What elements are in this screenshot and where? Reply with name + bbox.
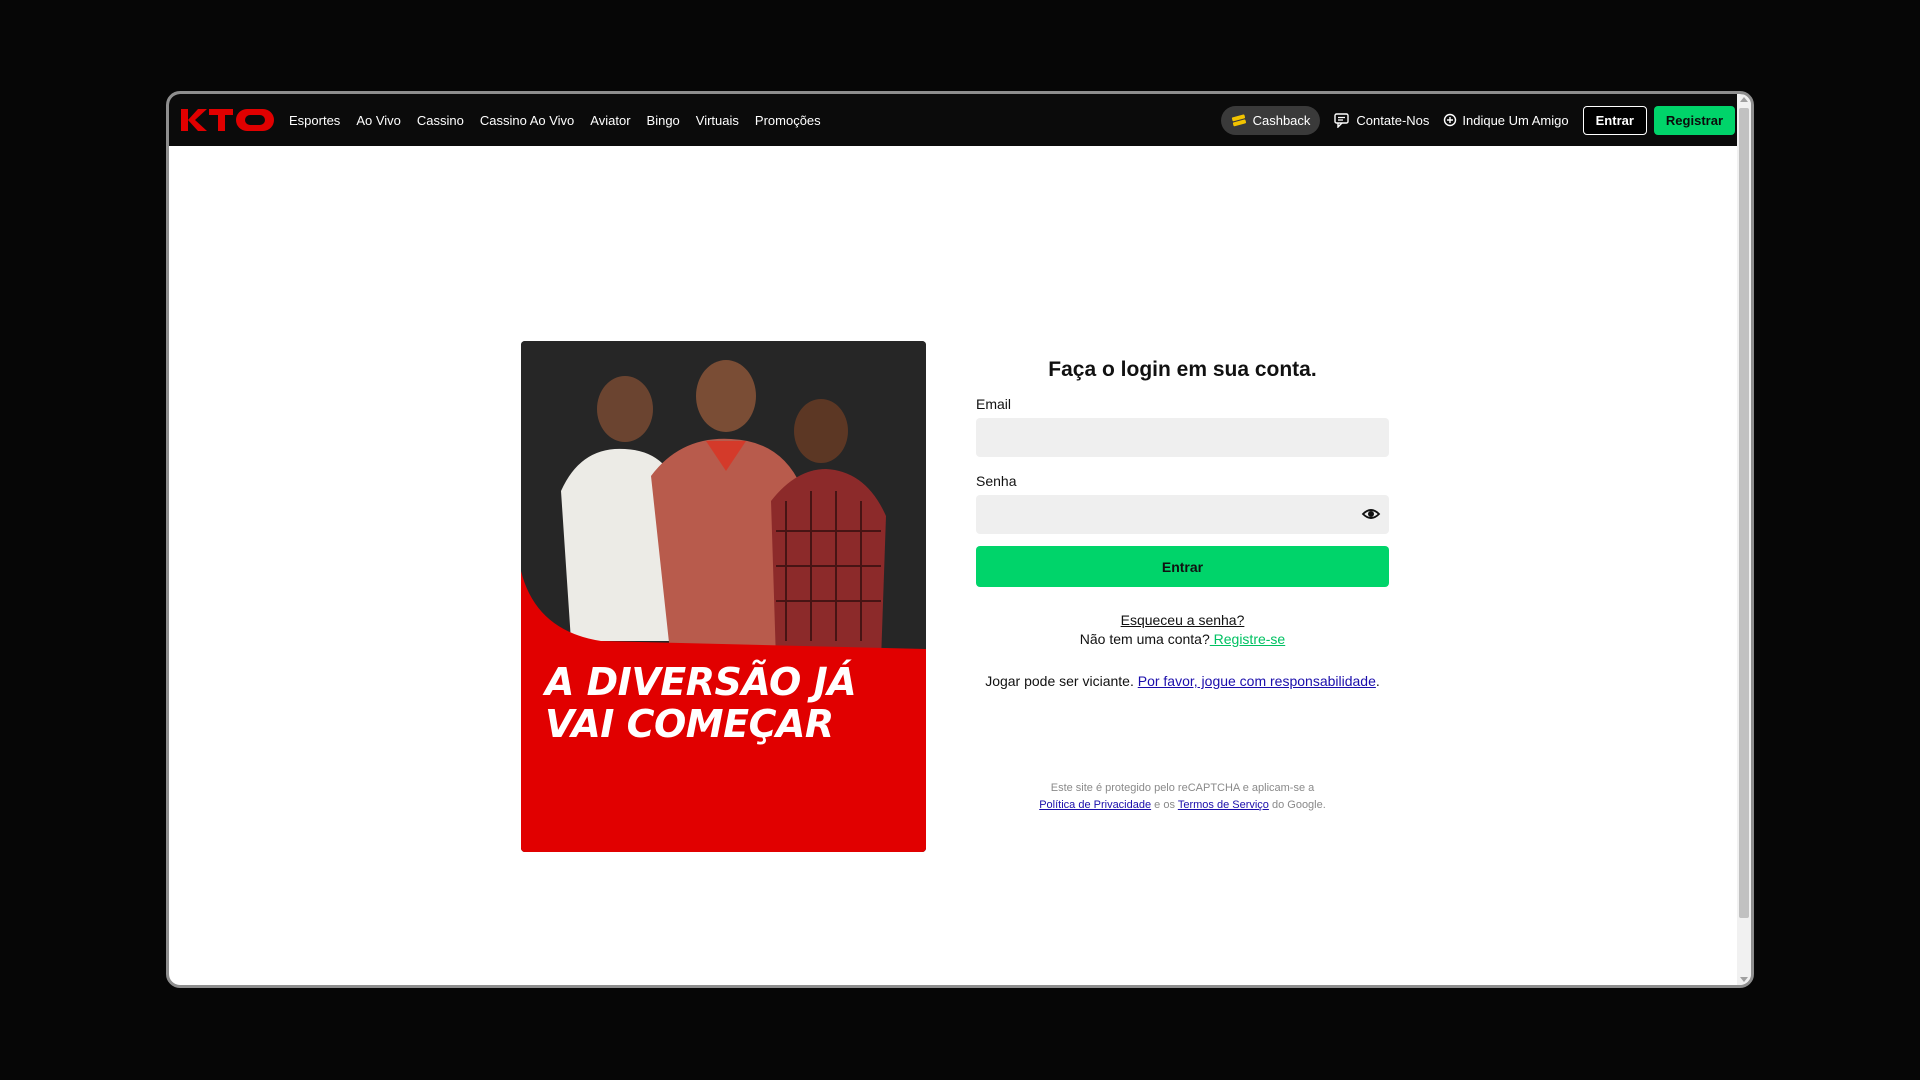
email-label: Email <box>976 396 1012 412</box>
refer-icon <box>1444 113 1457 127</box>
kto-logo[interactable] <box>181 107 275 133</box>
page-scrollbar[interactable] <box>1737 94 1751 985</box>
promo-headline: A DIVERSÃO JÁ VAI COMEÇAR <box>545 660 857 746</box>
login-button[interactable]: Entrar <box>1582 105 1647 135</box>
privacy-policy-link[interactable]: Política de Privacidade <box>1039 799 1151 811</box>
refer-friend-link[interactable]: Indique Um Amigo <box>1443 112 1569 128</box>
browser-frame: Esportes Ao Vivo Cassino Cassino Ao Vivo… <box>166 91 1754 988</box>
cashback-button[interactable]: Cashback <box>1220 105 1321 135</box>
nav-cassino[interactable]: Cassino <box>417 113 464 128</box>
password-input[interactable] <box>976 495 1389 534</box>
recaptcha-text2: e os <box>1151 799 1178 811</box>
promo-headline-line1: A DIVERSÃO JÁ <box>545 660 857 704</box>
responsible-gaming-link[interactable]: Por favor, jogue com responsabilidade <box>1138 673 1376 689</box>
eye-icon[interactable] <box>1361 504 1381 524</box>
contact-link[interactable]: Contate-Nos <box>1334 113 1429 128</box>
nav-promocoes[interactable]: Promoções <box>755 113 821 128</box>
login-panel: Faça o login em sua conta. Email Senha E… <box>976 358 1389 814</box>
nav-aviator[interactable]: Aviator <box>590 113 630 128</box>
terms-of-service-link[interactable]: Termos de Serviço <box>1178 799 1269 811</box>
coins-icon <box>1231 114 1246 127</box>
contact-label: Contate-Nos <box>1356 112 1430 128</box>
register-button[interactable]: Registrar <box>1653 105 1735 135</box>
nav-esportes[interactable]: Esportes <box>289 113 340 128</box>
promo-headline-line2: VAI COMEÇAR <box>545 702 834 746</box>
recaptcha-text3: do Google. <box>1268 799 1326 811</box>
refer-label: Indique Um Amigo <box>1462 112 1569 128</box>
responsible-end: . <box>1375 673 1380 689</box>
nav-actions: Cashback Contate-Nos Indique Um Amigo En… <box>1220 105 1735 135</box>
no-account-text: Não tem uma conta? <box>1079 631 1210 647</box>
email-input[interactable] <box>976 418 1389 457</box>
register-line: Não tem uma conta? Registre-se <box>976 631 1389 647</box>
scroll-down-icon[interactable] <box>1740 977 1748 982</box>
forgot-password-link[interactable]: Esqueceu a senha? <box>976 612 1389 628</box>
promo-illustration <box>521 341 926 852</box>
scroll-up-icon[interactable] <box>1740 97 1748 102</box>
email-field-group: Email <box>976 396 1389 457</box>
nav-virtuais[interactable]: Virtuais <box>696 113 739 128</box>
cashback-label: Cashback <box>1252 112 1311 128</box>
main-nav: Esportes Ao Vivo Cassino Cassino Ao Vivo… <box>289 113 837 128</box>
recaptcha-text1: Este site é protegido pelo reCAPTCHA e a… <box>1050 782 1315 794</box>
submit-login-button[interactable]: Entrar <box>976 546 1389 587</box>
responsible-text: Jogar pode ser viciante. <box>985 673 1138 689</box>
responsible-gaming-notice: Jogar pode ser viciante. Por favor, jogu… <box>976 671 1389 692</box>
promo-banner: A DIVERSÃO JÁ VAI COMEÇAR <box>521 341 926 852</box>
nav-cassino-ao-vivo[interactable]: Cassino Ao Vivo <box>480 113 574 128</box>
register-link[interactable]: Registre-se <box>1210 631 1286 647</box>
chat-icon <box>1334 112 1350 128</box>
password-field-group: Senha <box>976 473 1389 534</box>
password-label: Senha <box>976 473 1017 489</box>
nav-bingo[interactable]: Bingo <box>647 113 680 128</box>
recaptcha-notice: Este site é protegido pelo reCAPTCHA e a… <box>1033 780 1333 814</box>
scroll-thumb[interactable] <box>1739 108 1749 918</box>
top-navbar: Esportes Ao Vivo Cassino Cassino Ao Vivo… <box>169 94 1743 146</box>
login-title: Faça o login em sua conta. <box>1048 358 1317 381</box>
nav-ao-vivo[interactable]: Ao Vivo <box>356 113 401 128</box>
